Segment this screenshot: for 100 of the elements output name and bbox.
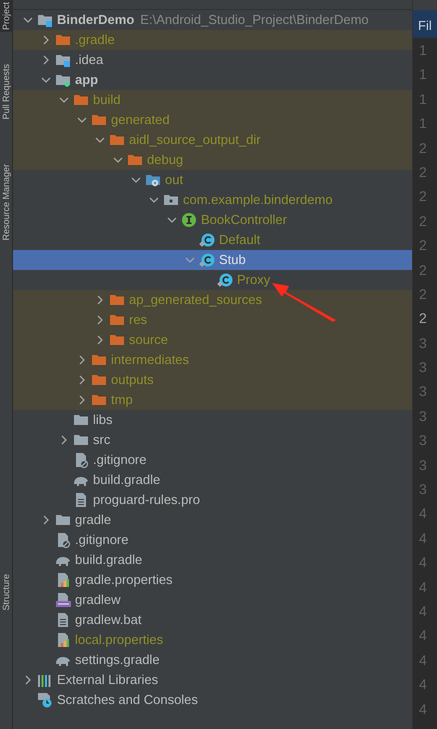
item-label: settings.gradle [75, 651, 160, 670]
collapse-chevron-icon[interactable] [113, 155, 123, 165]
collapse-chevron-icon[interactable] [23, 15, 33, 25]
tree-row[interactable]: generated [13, 110, 412, 130]
tree-row[interactable]: Scratches and Consoles [13, 690, 412, 710]
tree-row[interactable]: build.gradle [13, 550, 412, 570]
tree-row[interactable]: outputs [13, 370, 412, 390]
expand-chevron-icon[interactable] [41, 35, 51, 45]
tree-row[interactable]: aidl_source_output_dir [13, 130, 412, 150]
folder-icon [73, 412, 89, 428]
item-label: proguard-rules.pro [93, 491, 200, 510]
tree-row[interactable]: out [13, 170, 412, 190]
item-label: src [93, 431, 110, 450]
expand-chevron-icon[interactable] [77, 375, 87, 385]
expand-chevron-icon[interactable] [77, 395, 87, 405]
tree-row[interactable]: gradlew [13, 590, 412, 610]
item-label: outputs [111, 371, 154, 390]
tree-row[interactable]: Default [13, 230, 412, 250]
item-label: debug [147, 151, 184, 170]
item-label: build.gradle [75, 551, 142, 570]
scratch-file-icon [37, 692, 53, 708]
collapse-chevron-icon[interactable] [167, 215, 177, 225]
collapse-chevron-icon[interactable] [59, 95, 69, 105]
collapse-chevron-icon[interactable] [131, 175, 141, 185]
tree-row[interactable]: src [13, 430, 412, 450]
tree-row[interactable]: BookController [13, 210, 412, 230]
properties-file-icon [55, 572, 71, 588]
expand-chevron-icon[interactable] [23, 675, 33, 685]
item-label: com.example.binderdemo [183, 191, 333, 210]
collapse-chevron-icon[interactable] [95, 135, 105, 145]
tree-row[interactable]: gradlew.bat [13, 610, 412, 630]
tree-row[interactable]: .idea [13, 50, 412, 70]
tree-row[interactable]: libs [13, 410, 412, 430]
line-number: 1 [419, 41, 428, 60]
tool-window-tab[interactable]: Resource Manager [0, 162, 12, 242]
tree-row[interactable]: proguard-rules.pro [13, 490, 412, 510]
tree-row[interactable]: build [13, 90, 412, 110]
tree-row[interactable]: source [13, 330, 412, 350]
path-hint: E:\Android_Studio_Project\BinderDemo [140, 11, 369, 30]
tree-row[interactable]: res [13, 310, 412, 330]
expand-chevron-icon[interactable] [95, 295, 105, 305]
line-number: 3 [419, 431, 428, 450]
tree-row[interactable]: intermediates [13, 350, 412, 370]
line-number: 3 [419, 480, 428, 500]
item-label: intermediates [111, 351, 190, 370]
folder-icon [109, 132, 125, 148]
tool-window-tab[interactable]: Structure [0, 572, 12, 613]
expand-chevron-icon[interactable] [95, 335, 105, 345]
tree-row[interactable]: debug [13, 150, 412, 170]
expand-chevron-icon[interactable] [77, 355, 87, 365]
item-label: ap_generated_sources [129, 291, 262, 310]
tree-row[interactable]: ap_generated_sources [13, 290, 412, 310]
item-label: .gitignore [75, 531, 128, 550]
tree-row[interactable]: app [13, 70, 412, 90]
tree-row[interactable]: .gradle [13, 30, 412, 50]
expand-chevron-icon[interactable] [59, 435, 69, 445]
tree-row[interactable]: settings.gradle [13, 650, 412, 670]
tool-window-tab[interactable]: Project [0, 0, 12, 32]
item-label: build [93, 91, 120, 110]
tree-row[interactable]: build.gradle [13, 470, 412, 490]
expand-chevron-icon[interactable] [41, 55, 51, 65]
line-number: 1 [419, 65, 428, 84]
collapse-chevron-icon[interactable] [41, 75, 51, 85]
line-number: 4 [419, 578, 428, 597]
class-icon [217, 272, 233, 288]
tree-row[interactable]: Stub [13, 250, 412, 270]
line-number: 4 [419, 528, 428, 548]
item-label: BinderDemo [57, 11, 134, 30]
class-icon [199, 252, 215, 268]
folder-icon [55, 32, 71, 48]
collapse-chevron-icon[interactable] [77, 115, 87, 125]
tree-row[interactable]: External Libraries [13, 670, 412, 690]
line-number: 2 [419, 187, 428, 206]
folder-icon [91, 392, 107, 408]
item-label: build.gradle [93, 471, 160, 490]
line-number: 2 [419, 138, 428, 158]
expand-chevron-icon[interactable] [41, 515, 51, 525]
tree-row[interactable]: tmp [13, 390, 412, 410]
tree-row[interactable]: gradle [13, 510, 412, 530]
script-file-icon [55, 592, 71, 608]
line-number: 3 [419, 382, 428, 402]
line-number: 2 [419, 284, 428, 304]
tree-row[interactable]: com.example.binderdemo [13, 190, 412, 210]
package-icon [163, 192, 179, 208]
tree-row[interactable]: .gitignore [13, 530, 412, 550]
tool-window-tab[interactable]: Pull Requests [0, 62, 12, 122]
folder-icon [91, 352, 107, 368]
item-label: tmp [111, 391, 133, 410]
item-label: External Libraries [57, 671, 158, 690]
tree-row[interactable]: Proxy [13, 270, 412, 290]
tree-row[interactable]: gradle.properties [13, 570, 412, 590]
item-label: libs [93, 411, 113, 430]
library-icon [37, 672, 53, 688]
tree-row[interactable]: BinderDemo E:\Android_Studio_Project\BinderDemo [13, 10, 412, 30]
collapse-chevron-icon[interactable] [149, 195, 159, 205]
tree-row[interactable]: .gitignore [13, 450, 412, 470]
collapse-chevron-icon[interactable] [185, 255, 195, 265]
tree-row[interactable]: local.properties [13, 630, 412, 650]
expand-chevron-icon[interactable] [95, 315, 105, 325]
editor-tab[interactable]: Fil [413, 10, 437, 38]
